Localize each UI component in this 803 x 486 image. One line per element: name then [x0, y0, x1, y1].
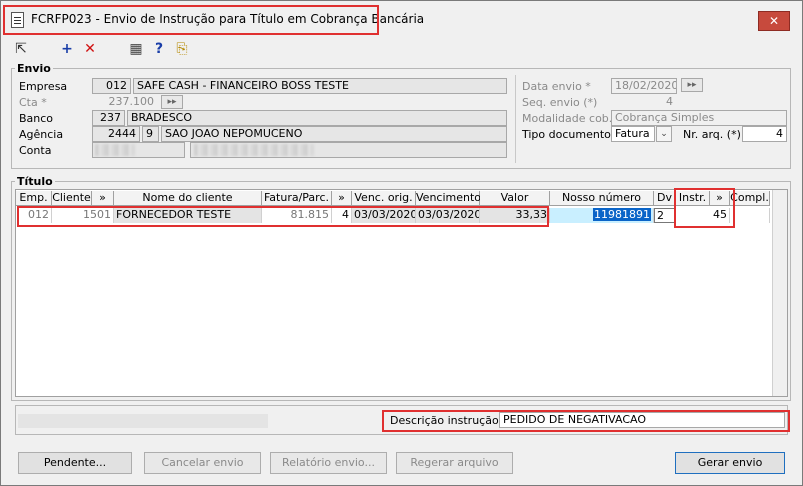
cell-parcela[interactable]: 4: [332, 208, 352, 223]
window-title: FCRFP023 - Envio de Instrução para Títul…: [31, 12, 425, 26]
toolbar: ⇱ + ✕ ▦ ? ⎘: [1, 38, 802, 58]
exit-arrow-icon[interactable]: ⇱: [13, 41, 29, 57]
data-envio-picker-button[interactable]: ▸▸: [681, 78, 703, 92]
close-button[interactable]: ✕: [758, 11, 790, 31]
seq-envio-label: Seq. envio (*): [522, 96, 598, 109]
cell-emp[interactable]: 012: [16, 208, 52, 223]
descricao-instrucao-field[interactable]: PEDIDO DE NEGATIVACAO: [499, 412, 785, 428]
cta-lookup-button[interactable]: ▸▸: [161, 95, 183, 109]
banco-name-field[interactable]: BRADESCO: [127, 110, 507, 126]
cell-vencimento[interactable]: 03/03/2020: [416, 208, 480, 223]
col-dv[interactable]: Dv: [654, 191, 676, 206]
cell-nosso-numero[interactable]: 11981891: [550, 208, 654, 223]
modalidade-label: Modalidade cob.*: [522, 112, 618, 125]
col-instr[interactable]: Instr.: [676, 191, 710, 206]
nosso-numero-selected-text: 11981891: [593, 208, 651, 221]
banco-code-field[interactable]: 237: [92, 110, 125, 126]
data-envio-label: Data envio *: [522, 80, 591, 93]
cell-cliente[interactable]: 1501: [52, 208, 114, 223]
agencia-name-field[interactable]: SAO JOAO NEPOMUCENO: [161, 126, 507, 142]
banco-label: Banco: [19, 112, 54, 125]
conta-label: Conta: [19, 144, 52, 157]
pendente-button[interactable]: Pendente...: [18, 452, 132, 474]
col-expand-button[interactable]: »: [92, 191, 114, 206]
empresa-label: Empresa: [19, 80, 68, 93]
modalidade-select[interactable]: Cobrança Simples: [611, 110, 787, 126]
col-fatura-parc[interactable]: Fatura/Parc.: [262, 191, 332, 206]
tipo-documento-label: Tipo documento: [522, 128, 611, 141]
col-valor[interactable]: Valor: [480, 191, 550, 206]
agencia-label: Agência: [19, 128, 64, 141]
cta-label: Cta *: [19, 96, 47, 109]
col-expand-button[interactable]: »: [332, 191, 352, 206]
cta-field[interactable]: 237.100: [92, 94, 158, 110]
data-envio-field[interactable]: 18/02/2020: [611, 78, 677, 94]
col-nome-cliente[interactable]: Nome do cliente: [114, 191, 262, 206]
agencia-code-field[interactable]: 2444: [92, 126, 140, 142]
exit-door-icon[interactable]: ⎘: [174, 41, 190, 57]
empresa-code-field[interactable]: 012: [92, 78, 131, 94]
seq-envio-field[interactable]: 4: [611, 94, 677, 110]
status-panel: Descrição instrução PEDIDO DE NEGATIVACA…: [15, 405, 788, 435]
conta-name-field[interactable]: [190, 142, 507, 158]
cancelar-envio-button[interactable]: Cancelar envio: [144, 452, 261, 474]
relatorio-envio-button[interactable]: Relatório envio...: [270, 452, 387, 474]
cell-venc-orig[interactable]: 03/03/2020: [352, 208, 416, 223]
help-icon[interactable]: ?: [151, 41, 167, 57]
col-nosso-numero[interactable]: Nosso número: [550, 191, 654, 206]
agencia-dv-field[interactable]: 9: [142, 126, 159, 142]
document-icon: [11, 12, 24, 28]
status-message-area: [18, 414, 268, 428]
descricao-instrucao-label: Descrição instrução: [390, 414, 499, 427]
add-icon[interactable]: +: [59, 41, 75, 57]
cell-valor[interactable]: 33,33: [480, 208, 550, 223]
vertical-scrollbar[interactable]: [772, 190, 787, 396]
col-compl[interactable]: Compl.: [730, 191, 770, 206]
tipo-documento-select[interactable]: Fatura: [611, 126, 655, 142]
main-window: FCRFP023 - Envio de Instrução para Títul…: [0, 0, 803, 486]
col-venc-orig[interactable]: Venc. orig.: [352, 191, 416, 206]
chevron-down-icon[interactable]: ⌄: [656, 126, 672, 142]
col-emp[interactable]: Emp.: [16, 191, 52, 206]
cell-dv[interactable]: 2: [654, 208, 676, 223]
nr-arq-field[interactable]: 4: [742, 126, 787, 142]
envio-group-title: Envio: [15, 62, 53, 75]
empresa-name-field[interactable]: SAFE CASH - FINANCEIRO BOSS TESTE: [133, 78, 507, 94]
delete-icon[interactable]: ✕: [82, 41, 98, 57]
col-vencimento[interactable]: Vencimento: [416, 191, 481, 206]
gerar-envio-button[interactable]: Gerar envio: [675, 452, 785, 474]
titulo-grid: Emp. Cliente » Nome do cliente Fatura/Pa…: [15, 189, 788, 397]
cell-instr[interactable]: 45: [676, 208, 730, 223]
title-bar: FCRFP023 - Envio de Instrução para Títul…: [1, 1, 802, 37]
calculator-icon[interactable]: ▦: [128, 41, 144, 57]
cell-compl[interactable]: [730, 208, 770, 223]
nr-arq-label: Nr. arq. (*): [683, 128, 741, 141]
col-cliente[interactable]: Cliente: [52, 191, 92, 206]
titulo-group-title: Título: [15, 175, 55, 188]
col-expand-button[interactable]: »: [710, 191, 730, 206]
cell-nome-cliente[interactable]: FORNECEDOR TESTE: [114, 208, 262, 223]
envio-divider: [515, 75, 516, 163]
cell-fatura[interactable]: 81.815: [262, 208, 332, 223]
regerar-arquivo-button[interactable]: Regerar arquivo: [396, 452, 513, 474]
conta-number-field[interactable]: [92, 142, 185, 158]
